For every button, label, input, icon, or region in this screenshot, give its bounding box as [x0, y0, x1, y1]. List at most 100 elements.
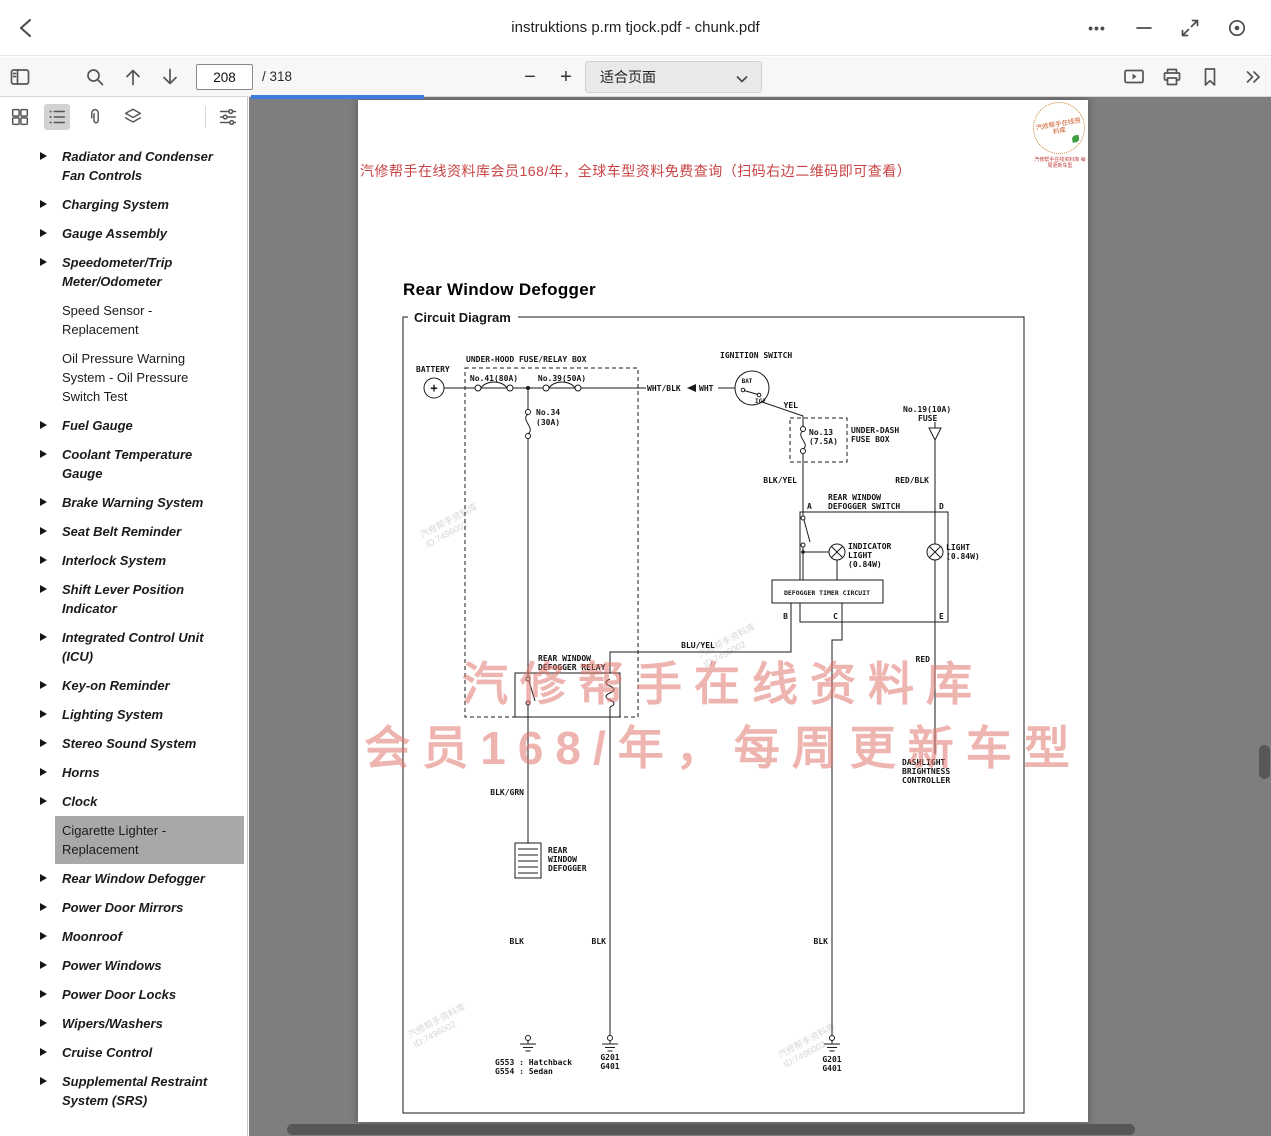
- zoom-mode-select[interactable]: 适合页面: [585, 61, 762, 93]
- toc-item[interactable]: Interlock System: [0, 546, 247, 575]
- more-options-button[interactable]: •••: [1081, 12, 1113, 44]
- toc-item[interactable]: Power Windows: [0, 951, 247, 980]
- toc-item[interactable]: Power Door Locks: [0, 980, 247, 1009]
- label-indicator-3: (0.84W): [848, 560, 882, 569]
- expand-arrow-icon: [40, 152, 47, 160]
- toc-item-label: Interlock System: [62, 553, 167, 568]
- expand-arrow-icon: [40, 990, 47, 998]
- switch-ground-wire: BLK: [814, 603, 843, 1035]
- qr-stamp: 汽修帮手在线资料库: [1028, 97, 1090, 159]
- toc-item[interactable]: Integrated Control Unit (ICU): [0, 623, 247, 671]
- label-g554: G554 : Sedan: [495, 1067, 553, 1076]
- expand-arrow-icon: [40, 200, 47, 208]
- toc-item-label: Power Door Mirrors: [62, 900, 184, 915]
- toc-item[interactable]: Power Door Mirrors: [0, 893, 247, 922]
- toc-item[interactable]: Radiator and Condenser Fan Controls: [0, 142, 247, 190]
- minimize-button[interactable]: [1128, 12, 1160, 44]
- toc-item-label: Gauge Assembly: [62, 226, 168, 241]
- expand-arrow-icon: [40, 681, 47, 689]
- attachments-button[interactable]: [82, 104, 108, 130]
- label-blk-mid: BLK: [592, 937, 607, 946]
- toc-item[interactable]: Shift Lever Position Indicator: [0, 575, 247, 623]
- toc-item-label: Charging System: [62, 197, 169, 212]
- toc-item[interactable]: Horns: [0, 758, 247, 787]
- thumbnails-view-button[interactable]: [7, 104, 33, 130]
- sidebar-toggle-button[interactable]: [4, 61, 36, 93]
- circuit-diagram: Circuit Diagram + BATTERY UNDER-HOOD FUS…: [402, 310, 1025, 1114]
- toc-item[interactable]: Coolant Temperature Gauge: [0, 440, 247, 488]
- toc-item[interactable]: Charging System: [0, 190, 247, 219]
- label-indicator-1: INDICATOR: [848, 542, 892, 551]
- label-wht-blk: WHT/BLK: [647, 384, 681, 393]
- label-relay-2: DEFOGGER RELAY: [538, 663, 606, 672]
- presentation-mode-button[interactable]: [1118, 61, 1150, 93]
- sidebar: Radiator and Condenser Fan Controls Char…: [0, 97, 248, 1136]
- toc-item[interactable]: Lighting System: [0, 700, 247, 729]
- label-defogger-2: WINDOW: [548, 855, 577, 864]
- zoom-out-button[interactable]: −: [514, 61, 546, 93]
- horizontal-scrollbar-thumb[interactable]: [287, 1124, 1135, 1135]
- toc-item[interactable]: Seat Belt Reminder: [0, 517, 247, 546]
- diagram-title: Rear Window Defogger: [403, 280, 596, 299]
- vertical-scrollbar-thumb[interactable]: [1259, 745, 1270, 779]
- target-button[interactable]: [1221, 12, 1253, 44]
- label-fuse34-amp: (30A): [536, 418, 560, 427]
- label-blu-yel: BLU/YEL: [681, 641, 715, 650]
- toc-item[interactable]: Clock: [0, 787, 247, 816]
- toc-item-label: Seat Belt Reminder: [62, 524, 182, 539]
- toc-item[interactable]: Supplemental Restraint System (SRS): [0, 1067, 247, 1115]
- next-page-button[interactable]: [154, 61, 186, 93]
- print-button[interactable]: [1156, 61, 1188, 93]
- expand-arrow-icon: [40, 633, 47, 641]
- sliders-icon: [219, 108, 237, 126]
- toc-item[interactable]: Wipers/Washers: [0, 1009, 247, 1038]
- leaf-icon: [1071, 134, 1080, 143]
- expand-arrow-icon: [40, 1019, 47, 1027]
- label-defogger-1: REAR: [548, 846, 567, 855]
- outline-options-button[interactable]: [215, 104, 241, 130]
- defogger-switch-box: REAR WINDOW DEFOGGER SWITCH A D INDICATO…: [771, 493, 980, 623]
- layers-button[interactable]: [120, 104, 146, 130]
- toc-item[interactable]: Moonroof: [0, 922, 247, 951]
- label-timer: DEFOGGER TIMER CIRCUIT: [784, 589, 870, 597]
- expand-window-button[interactable]: [1174, 12, 1206, 44]
- sidebar-toggle-icon: [10, 69, 30, 85]
- toc-item[interactable]: Gauge Assembly: [0, 219, 247, 248]
- toc-item[interactable]: Speed Sensor - Replacement: [0, 296, 247, 344]
- page-number-input[interactable]: [196, 64, 253, 90]
- toc-item[interactable]: Rear Window Defogger: [0, 864, 247, 893]
- label-switch-2: DEFOGGER SWITCH: [828, 502, 900, 511]
- toc-item[interactable]: Fuel Gauge: [0, 411, 247, 440]
- ellipsis-icon: •••: [1088, 20, 1106, 36]
- toc-item[interactable]: Stereo Sound System: [0, 729, 247, 758]
- ground-middle: G201 G401: [600, 1035, 620, 1071]
- label-ig2: IG2: [755, 398, 766, 405]
- toc-item-label: Shift Lever Position Indicator: [62, 582, 185, 616]
- label-g401-right: G401: [822, 1064, 841, 1073]
- label-terminal-e: E: [939, 612, 944, 621]
- toc-item-label: Rear Window Defogger: [62, 871, 205, 886]
- toc-item-label: Oil Pressure Warning System - Oil Pressu…: [62, 351, 189, 404]
- label-blk-yel: BLK/YEL: [763, 476, 797, 485]
- outline-view-button[interactable]: [44, 104, 70, 130]
- expand-arrow-icon: [40, 498, 47, 506]
- search-button[interactable]: [79, 61, 111, 93]
- label-ignition-switch: IGNITION SWITCH: [720, 351, 792, 360]
- bookmark-button[interactable]: [1194, 61, 1226, 93]
- toc-item-label: Supplemental Restraint System (SRS): [62, 1074, 208, 1108]
- toc-item-label: Moonroof: [62, 929, 122, 944]
- more-tools-button[interactable]: [1238, 61, 1270, 93]
- label-g201-mid: G201: [600, 1053, 619, 1062]
- toc-item-label: Cruise Control: [62, 1045, 153, 1060]
- toc-item[interactable]: Speedometer/Trip Meter/Odometer: [0, 248, 247, 296]
- previous-page-button[interactable]: [117, 61, 149, 93]
- toc-item[interactable]: Key-on Reminder: [0, 671, 247, 700]
- pdf-page: 汽修帮手在线资料库会员168/年，全球车型资料免费查询（扫码右边二维码即可查看）…: [358, 97, 1090, 1122]
- toc-item-label: Clock: [62, 794, 98, 809]
- zoom-in-button[interactable]: +: [550, 61, 582, 93]
- label-g553: G553 : Hatchback: [495, 1058, 572, 1067]
- toc-item[interactable]: Cruise Control: [0, 1038, 247, 1067]
- toc-item[interactable]: Oil Pressure Warning System - Oil Pressu…: [0, 344, 247, 411]
- toc-item[interactable]: Brake Warning System: [0, 488, 247, 517]
- toc-item[interactable]: Cigarette Lighter - Replacement: [55, 816, 244, 864]
